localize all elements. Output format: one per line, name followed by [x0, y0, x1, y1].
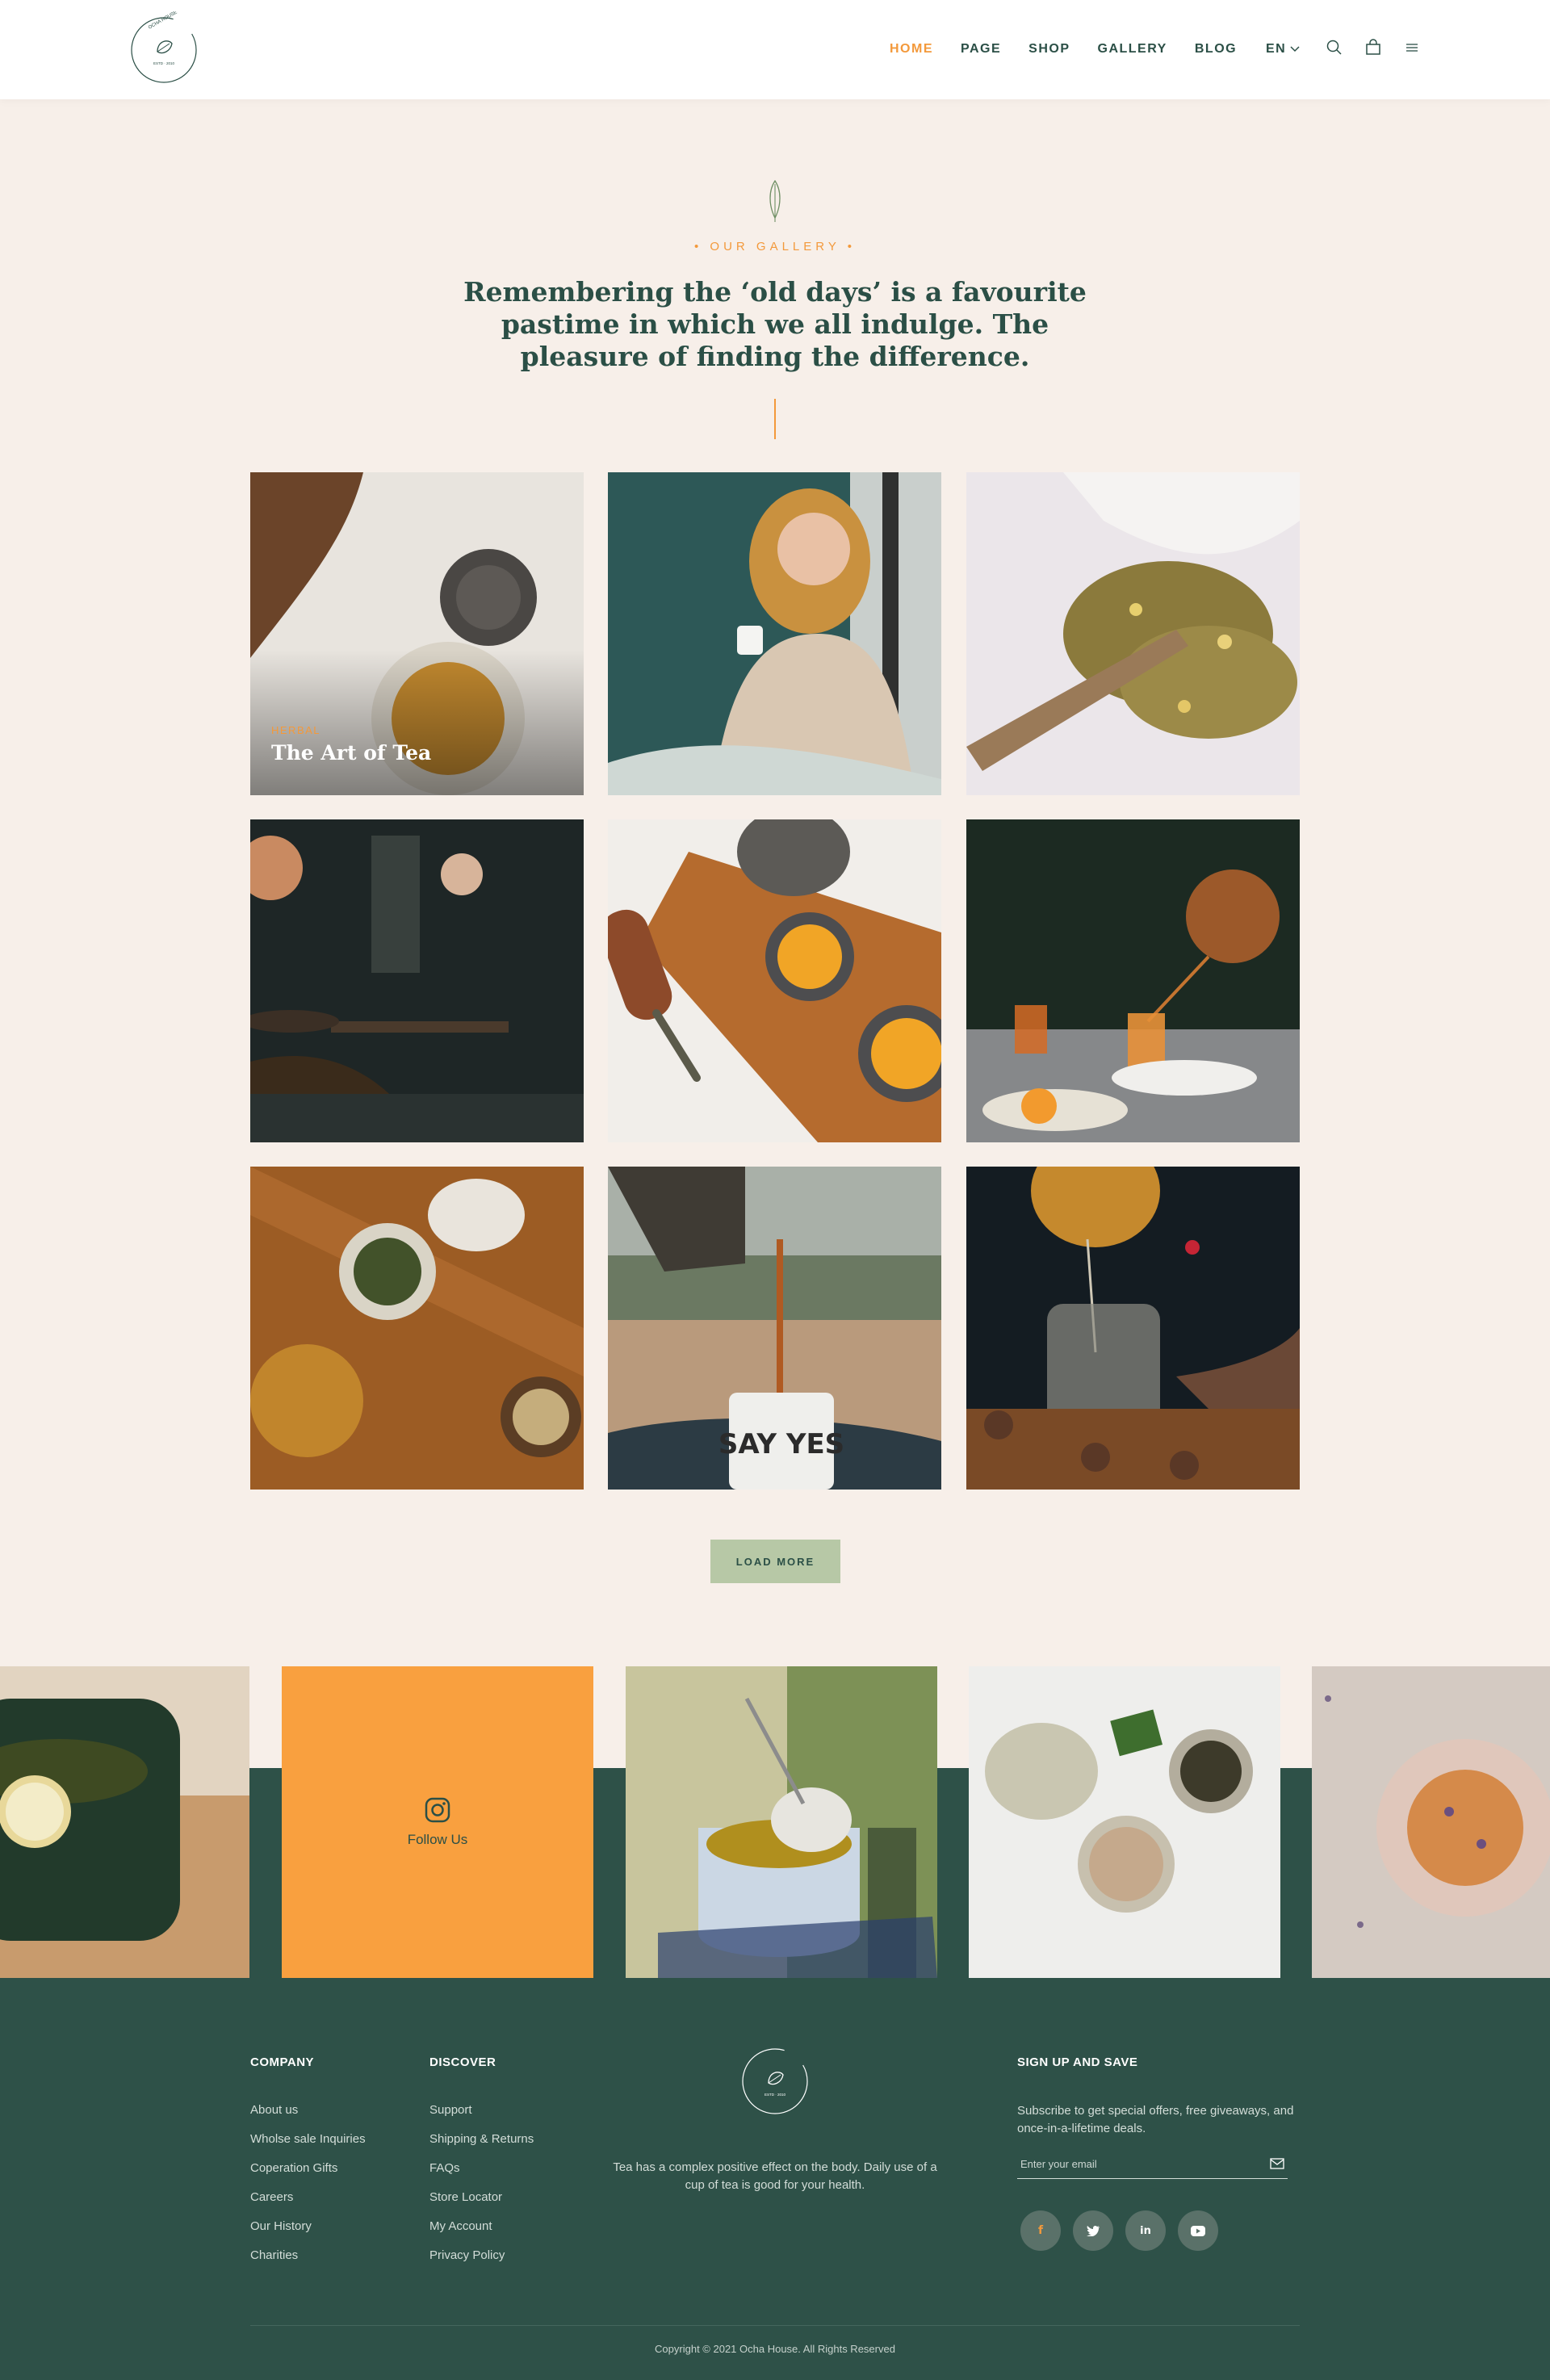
footer-link-support[interactable]: Support — [429, 2103, 534, 2117]
divider-line — [774, 399, 776, 439]
search-icon[interactable] — [1326, 39, 1343, 57]
instagram-photo[interactable] — [969, 1666, 1280, 1978]
language-label: EN — [1266, 42, 1287, 56]
svg-text:ESTD · 2010: ESTD · 2010 — [765, 2093, 786, 2097]
shopping-bag-icon[interactable] — [1364, 39, 1382, 57]
site-footer: COMPANY About us Wholse sale Inquiries C… — [0, 1978, 1550, 2380]
gallery-tile-tea-tray[interactable] — [608, 819, 941, 1142]
nav-home[interactable]: HOME — [890, 42, 933, 57]
follow-us-tile[interactable]: Follow Us — [282, 1666, 593, 1978]
footer-link-store-locator[interactable]: Store Locator — [429, 2190, 534, 2204]
section-eyebrow: • OUR GALLERY • — [694, 240, 856, 254]
mail-icon[interactable] — [1270, 2158, 1284, 2169]
nav-gallery[interactable]: GALLERY — [1098, 42, 1167, 57]
footer-link-account[interactable]: My Account — [429, 2219, 534, 2233]
ocha-house-logo[interactable]: ESTD · 2010 OCHA HOUSE — [125, 11, 206, 89]
instagram-photo[interactable] — [0, 1666, 249, 1978]
footer-link-privacy[interactable]: Privacy Policy — [429, 2248, 534, 2262]
gallery-tile-loose-herbal-tea[interactable] — [966, 472, 1300, 795]
email-input[interactable] — [1017, 2150, 1251, 2177]
footer-discover-heading: DISCOVER — [429, 2055, 496, 2069]
svg-text:ESTD · 2010: ESTD · 2010 — [153, 61, 175, 65]
gallery-tile-tea-ceremony[interactable] — [250, 1167, 584, 1490]
gallery-heading: Remembering the ‘old days’ is a favourit… — [463, 276, 1087, 372]
tile-caption: HERBAL The Art of Tea — [271, 724, 431, 765]
footer-link-faqs[interactable]: FAQs — [429, 2161, 534, 2175]
chevron-down-icon — [1290, 46, 1300, 52]
nav-blog[interactable]: BLOG — [1195, 42, 1237, 57]
footer-signup-heading: SIGN UP AND SAVE — [1017, 2055, 1138, 2069]
footer-link-wholesale[interactable]: Wholse sale Inquiries — [250, 2132, 366, 2146]
footer-about-text: Tea has a complex positive effect on the… — [613, 2160, 937, 2192]
twitter-icon — [1087, 2225, 1100, 2236]
nav-shop[interactable]: SHOP — [1028, 42, 1070, 57]
footer-link-careers[interactable]: Careers — [250, 2190, 366, 2204]
tile-category: HERBAL — [271, 724, 321, 736]
linkedin-icon: in — [1140, 2224, 1151, 2237]
footer-company-column: COMPANY About us Wholse sale Inquiries C… — [250, 2055, 366, 2277]
signup-description: Subscribe to get special offers, free gi… — [1017, 2104, 1294, 2135]
youtube-button[interactable] — [1178, 2210, 1218, 2251]
email-field-wrapper — [1017, 2150, 1288, 2179]
gallery-tile-outdoor-pour[interactable]: SAY YES — [608, 1167, 941, 1490]
footer-company-heading: COMPANY — [250, 2055, 315, 2069]
twitter-button[interactable] — [1073, 2210, 1113, 2251]
gallery-tile-art-of-tea[interactable]: HERBAL The Art of Tea — [250, 472, 584, 795]
footer-link-charities[interactable]: Charities — [250, 2248, 366, 2262]
follow-us-label: Follow Us — [407, 1832, 468, 1847]
facebook-icon: f — [1037, 2224, 1044, 2237]
gallery-tile-pouring-tea[interactable] — [966, 819, 1300, 1142]
svg-text:OCHA HOUSE: OCHA HOUSE — [148, 11, 178, 31]
menu-icon[interactable] — [1403, 39, 1421, 57]
footer-link-gifts[interactable]: Coperation Gifts — [250, 2161, 366, 2175]
gallery-tile-flowering-tea[interactable] — [966, 1167, 1300, 1490]
youtube-icon — [1191, 2225, 1205, 2236]
gallery-tile-woman-with-tea[interactable] — [608, 472, 941, 795]
site-header: ESTD · 2010 OCHA HOUSE HOME PAGE SHOP GA… — [0, 0, 1550, 99]
instagram-icon — [425, 1797, 450, 1823]
nav-page[interactable]: PAGE — [961, 42, 1001, 57]
main-nav: HOME PAGE SHOP GALLERY BLOG — [890, 42, 1264, 57]
linkedin-button[interactable]: in — [1125, 2210, 1166, 2251]
footer-discover-column: DISCOVER Support Shipping & Returns FAQs… — [429, 2055, 534, 2277]
footer-divider — [250, 2325, 1300, 2326]
facebook-button[interactable]: f — [1020, 2210, 1061, 2251]
load-more-button[interactable]: LOAD MORE — [710, 1540, 840, 1583]
copyright-text: Copyright © 2021 Ocha House. All Rights … — [655, 2343, 895, 2355]
instagram-photo[interactable] — [1312, 1666, 1550, 1978]
gallery-tile-tea-room[interactable] — [250, 819, 584, 1142]
language-selector[interactable]: EN — [1266, 42, 1301, 57]
footer-link-shipping[interactable]: Shipping & Returns — [429, 2132, 534, 2146]
tile-title[interactable]: The Art of Tea — [271, 741, 431, 765]
footer-link-about[interactable]: About us — [250, 2103, 366, 2117]
instagram-photo[interactable] — [626, 1666, 937, 1978]
footer-signup-column: SIGN UP AND SAVE — [1017, 2055, 1137, 2103]
leaf-icon — [769, 179, 781, 222]
footer-logo[interactable]: ESTD · 2010 — [735, 2043, 815, 2120]
footer-link-history[interactable]: Our History — [250, 2219, 366, 2233]
svg-text:SAY YES: SAY YES — [718, 1428, 844, 1460]
